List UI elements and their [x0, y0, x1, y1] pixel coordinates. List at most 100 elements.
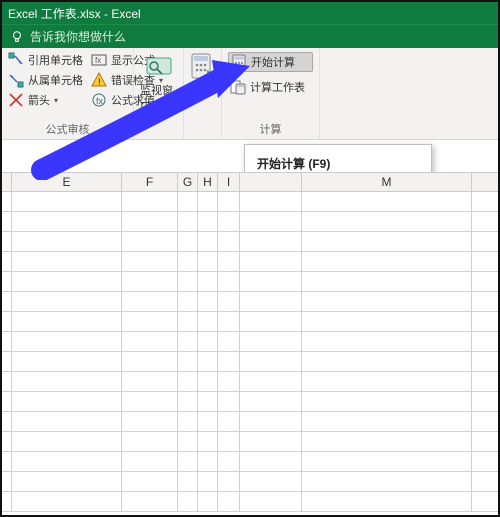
cell[interactable]: [198, 372, 218, 391]
tell-me-bar[interactable]: 告诉我你想做什么: [2, 24, 498, 48]
remove-arrows-button[interactable]: 箭头▾: [8, 92, 83, 108]
cell[interactable]: [302, 392, 472, 411]
cell[interactable]: [198, 412, 218, 431]
cell[interactable]: [122, 292, 178, 311]
calculate-sheet-button[interactable]: 计算工作表: [228, 78, 313, 96]
cell[interactable]: [302, 192, 472, 211]
cell[interactable]: [218, 372, 240, 391]
cell[interactable]: [122, 392, 178, 411]
cell[interactable]: [198, 272, 218, 291]
cell[interactable]: [12, 412, 122, 431]
cell[interactable]: [2, 212, 12, 231]
cell[interactable]: [302, 452, 472, 471]
cell[interactable]: [218, 492, 240, 511]
cell[interactable]: [2, 372, 12, 391]
cell[interactable]: [2, 272, 12, 291]
cell[interactable]: [178, 252, 198, 271]
cell[interactable]: [12, 352, 122, 371]
cell[interactable]: [218, 352, 240, 371]
table-row[interactable]: [2, 372, 498, 392]
table-row[interactable]: [2, 312, 498, 332]
cell[interactable]: [12, 252, 122, 271]
cell[interactable]: [240, 292, 302, 311]
cell[interactable]: [302, 212, 472, 231]
column-header[interactable]: F: [122, 173, 178, 191]
cell[interactable]: [2, 312, 12, 331]
column-header[interactable]: I: [218, 173, 240, 191]
cell[interactable]: [302, 412, 472, 431]
cell[interactable]: [240, 372, 302, 391]
cell[interactable]: [122, 432, 178, 451]
table-row[interactable]: [2, 432, 498, 452]
spreadsheet-grid[interactable]: E F G H I M: [2, 172, 498, 515]
cell[interactable]: [240, 452, 302, 471]
cell[interactable]: [178, 212, 198, 231]
cell[interactable]: [12, 232, 122, 251]
cell[interactable]: [218, 312, 240, 331]
cell[interactable]: [218, 232, 240, 251]
trace-dependents-button[interactable]: 从属单元格: [8, 72, 83, 88]
cell[interactable]: [198, 392, 218, 411]
cell[interactable]: [178, 292, 198, 311]
cell[interactable]: [12, 212, 122, 231]
cell[interactable]: [12, 292, 122, 311]
cell[interactable]: [302, 372, 472, 391]
cell[interactable]: [178, 272, 198, 291]
cell[interactable]: [12, 312, 122, 331]
cell[interactable]: [302, 352, 472, 371]
cell[interactable]: [218, 272, 240, 291]
cell[interactable]: [122, 272, 178, 291]
cell[interactable]: [240, 492, 302, 511]
cell[interactable]: [240, 352, 302, 371]
cell[interactable]: [122, 252, 178, 271]
cell[interactable]: [2, 472, 12, 491]
table-row[interactable]: [2, 352, 498, 372]
table-row[interactable]: [2, 192, 498, 212]
cell[interactable]: [178, 232, 198, 251]
cell[interactable]: [198, 492, 218, 511]
table-row[interactable]: [2, 232, 498, 252]
cell[interactable]: [240, 332, 302, 351]
cell[interactable]: [2, 432, 12, 451]
cell[interactable]: [122, 352, 178, 371]
table-row[interactable]: [2, 332, 498, 352]
cell[interactable]: [240, 392, 302, 411]
cell[interactable]: [2, 392, 12, 411]
cell[interactable]: [240, 232, 302, 251]
cell[interactable]: [198, 312, 218, 331]
cell[interactable]: [198, 452, 218, 471]
cell[interactable]: [198, 232, 218, 251]
cell[interactable]: [240, 432, 302, 451]
cell[interactable]: [302, 492, 472, 511]
cell[interactable]: [218, 392, 240, 411]
column-header[interactable]: H: [198, 173, 218, 191]
cell[interactable]: [12, 192, 122, 211]
column-header-row[interactable]: E F G H I M: [2, 172, 498, 192]
cell[interactable]: [122, 212, 178, 231]
cell[interactable]: [12, 492, 122, 511]
cell[interactable]: [2, 232, 12, 251]
cell[interactable]: [12, 472, 122, 491]
cell[interactable]: [302, 472, 472, 491]
cell[interactable]: [218, 452, 240, 471]
cell[interactable]: [302, 312, 472, 331]
column-header[interactable]: M: [302, 173, 472, 191]
cell[interactable]: [122, 472, 178, 491]
table-row[interactable]: [2, 212, 498, 232]
cell[interactable]: [12, 432, 122, 451]
cell[interactable]: [240, 272, 302, 291]
cell[interactable]: [178, 352, 198, 371]
watch-window-button[interactable]: 监视窗口: [140, 52, 177, 114]
cell[interactable]: [178, 332, 198, 351]
cell[interactable]: [178, 412, 198, 431]
cell[interactable]: [218, 472, 240, 491]
cell[interactable]: [122, 192, 178, 211]
table-row[interactable]: [2, 252, 498, 272]
cell[interactable]: [218, 212, 240, 231]
cell[interactable]: [178, 472, 198, 491]
cell[interactable]: [178, 192, 198, 211]
cell[interactable]: [218, 252, 240, 271]
cell[interactable]: [12, 272, 122, 291]
cell[interactable]: [2, 332, 12, 351]
cell[interactable]: [122, 232, 178, 251]
